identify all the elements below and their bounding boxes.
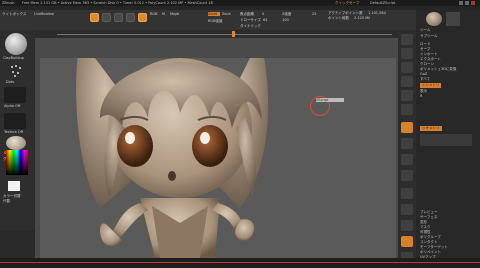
tool-palette: ツール サブツール ロード セーブ インポート エクスポート クローン ポリメッ… — [416, 10, 480, 268]
draw-size-label: ドローサイズ — [240, 18, 261, 22]
tool-thumbnail[interactable] — [426, 12, 442, 26]
progress-line — [0, 262, 480, 263]
texture-thumbnail[interactable] — [4, 113, 26, 129]
geometry-slider[interactable] — [420, 134, 472, 146]
panel-item[interactable]: R — [420, 94, 422, 98]
timeline-knob[interactable] — [232, 31, 235, 37]
lightbox-button[interactable]: ライトボックス — [2, 12, 32, 16]
dynamic-toggle[interactable]: ダイナミック — [240, 24, 262, 28]
m-toggle[interactable]: M — [162, 12, 168, 16]
eye-right — [192, 125, 228, 167]
material-sphere-icon[interactable] — [6, 136, 26, 150]
zsub-toggle[interactable]: Zsub — [222, 12, 234, 16]
scale-button[interactable] — [114, 13, 123, 22]
color-picker[interactable] — [6, 150, 28, 175]
scroll-button[interactable] — [401, 62, 413, 73]
brush-icon[interactable] — [5, 33, 27, 55]
top-toolbar: ライトボックス LiveBoolean RGB M Mrgb Zadd Zsub… — [0, 10, 420, 30]
default-script-label: DefaultZScript — [370, 1, 396, 5]
maximize-icon[interactable] — [465, 1, 469, 5]
total-points-value: 2.120 Mil — [354, 16, 371, 20]
actual-size-button[interactable] — [401, 90, 413, 101]
doc-info: Free Mem 2.131 GB • Active Mem 363 • Scr… — [22, 1, 213, 5]
panel-item[interactable]: GoZ — [420, 72, 427, 76]
stroke-dots-icon[interactable] — [8, 63, 24, 79]
switch-color-button[interactable]: カラー切替 — [3, 194, 31, 198]
zoom-button[interactable] — [401, 76, 413, 87]
left-shelf: ClayBuildup Dots Alpha Off Texture Off S… — [0, 30, 35, 230]
zoom3d-button[interactable] — [401, 220, 413, 231]
bpr-button[interactable] — [401, 34, 413, 45]
draw-button[interactable] — [90, 13, 99, 22]
persp-button[interactable] — [401, 122, 413, 133]
live-boolean-button[interactable]: LiveBoolean — [34, 12, 54, 16]
sculpt-model — [76, 38, 269, 258]
local-button[interactable] — [401, 154, 413, 165]
zadd-toggle[interactable]: Zadd — [208, 12, 220, 16]
timeline-bar[interactable] — [23, 30, 400, 38]
eye-right-highlight — [200, 132, 210, 144]
active-points-value: 1,101,584 — [368, 11, 386, 15]
timeline-track[interactable] — [57, 34, 392, 35]
panel-item[interactable]: すべて — [420, 77, 430, 82]
rotate-view-button[interactable] — [401, 236, 413, 247]
tool-thumbnail-2[interactable] — [446, 12, 460, 26]
z-intensity-label: Z強度 — [282, 12, 292, 16]
draw-size-value[interactable]: 64 — [263, 18, 271, 22]
active-points-label: アクティブポイント数 — [328, 11, 363, 15]
tool-header[interactable]: ツール — [420, 28, 431, 33]
right-shelf — [398, 30, 416, 268]
eye-left-highlight — [125, 132, 135, 144]
bottom-bar — [0, 258, 480, 268]
rgb-toggle[interactable]: RGB — [150, 12, 160, 16]
geometry-button[interactable]: ジオメトリ — [420, 126, 442, 131]
xyz-button[interactable] — [401, 170, 413, 181]
spix-button[interactable] — [401, 48, 413, 59]
canvas-popup: ZScript — [316, 98, 344, 102]
rotate-button[interactable] — [126, 13, 135, 22]
brush-name: ClayBuildup — [3, 56, 24, 60]
mouth — [168, 171, 176, 181]
stroke-name: Dots — [6, 80, 15, 84]
z-intensity-value[interactable]: 25 — [312, 12, 320, 16]
rgb-intensity-label: RGB強度 — [208, 19, 223, 23]
floor-button[interactable] — [401, 138, 413, 149]
subtools-label[interactable]: サブツール — [420, 34, 438, 39]
mrgb-toggle[interactable]: Mrgb — [170, 12, 182, 16]
canvas-viewport[interactable]: ZScript — [40, 38, 396, 258]
aahalf-button[interactable] — [401, 104, 413, 115]
focal-value[interactable]: 0 — [262, 12, 268, 16]
minimize-icon[interactable] — [459, 1, 463, 5]
total-points-label: ポイント総数 — [328, 16, 349, 20]
rgb-intensity-value[interactable]: 100 — [282, 18, 290, 22]
alpha-name: Alpha Off — [4, 104, 21, 108]
move-button[interactable] — [102, 13, 111, 22]
main-color-swatch[interactable] — [8, 181, 20, 191]
alpha-thumbnail[interactable] — [4, 87, 26, 103]
focal-label: 焦点距離 — [240, 12, 254, 16]
quick-save-button[interactable]: クイックセーブ — [335, 1, 365, 5]
alternate-toggle[interactable]: 代替 — [3, 199, 31, 203]
arm-left — [112, 203, 148, 238]
move-view-button[interactable] — [401, 204, 413, 215]
close-icon[interactable] — [471, 1, 475, 5]
eye-left — [117, 125, 153, 167]
texture-name: Texture Off — [4, 130, 24, 134]
app-name: ZBrush — [2, 1, 15, 5]
symmetry-button[interactable]: シンメトリ — [420, 83, 442, 88]
edit-button[interactable] — [138, 13, 147, 22]
frame-button[interactable] — [401, 188, 413, 199]
